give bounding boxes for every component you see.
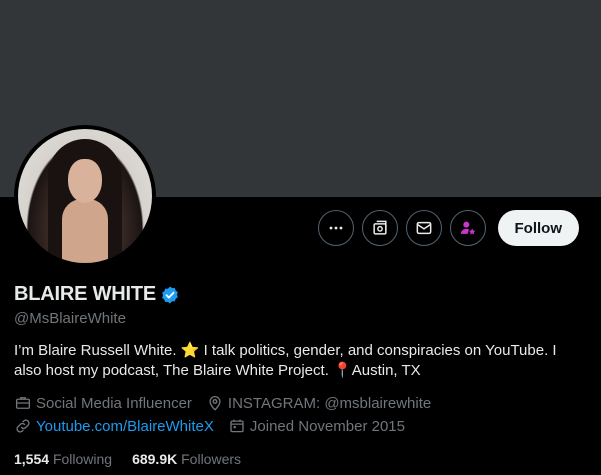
bio-text: Austin, TX	[351, 362, 421, 379]
more-icon	[329, 226, 342, 230]
link-icon	[16, 419, 30, 433]
avatar-image	[18, 129, 152, 263]
following-label: Following	[52, 451, 113, 467]
followers-count[interactable]: 689.9K Followers	[132, 451, 241, 467]
profile-handle: @MsBlaireWhite	[14, 310, 126, 327]
verified-badge-icon[interactable]	[160, 285, 180, 305]
followers-label: Followers	[181, 451, 242, 467]
profile-name-row: BLAIRE WHITE	[14, 283, 180, 306]
message-icon	[416, 221, 431, 235]
profile-website[interactable]: Youtube.com/BlaireWhiteX	[14, 417, 214, 435]
profile-meta-row: Youtube.com/BlaireWhiteX Joined November…	[14, 417, 405, 435]
followers-number: 689.9K	[132, 451, 178, 467]
grok-icon	[372, 220, 387, 235]
joined-text: Joined November 2015	[249, 417, 405, 435]
follow-button[interactable]: Follow	[497, 210, 579, 246]
subscribe-button[interactable]	[449, 210, 486, 246]
profile-meta-row: Social Media Influencer INSTAGRAM: @msbl…	[14, 394, 431, 412]
following-count[interactable]: 1,554 Following	[14, 451, 112, 467]
category-text: Social Media Influencer	[36, 394, 192, 412]
follow-counts: 1,554 Following 689.9K Followers	[14, 451, 241, 467]
briefcase-icon	[15, 397, 31, 409]
pin-emoji: 📍	[333, 362, 352, 379]
website-link[interactable]: Youtube.com/BlaireWhiteX	[36, 418, 214, 435]
star-emoji: ⭐	[180, 342, 200, 359]
message-button[interactable]	[405, 210, 442, 246]
profile-avatar[interactable]	[14, 125, 156, 267]
profile-actions: Follow	[317, 210, 579, 246]
profile-location: INSTAGRAM: @msblairewhite	[206, 394, 431, 412]
profile-joined: Joined November 2015	[228, 417, 405, 435]
display-name: BLAIRE WHITE	[14, 283, 157, 305]
more-button[interactable]	[317, 210, 354, 246]
profile-bio: I’m Blaire Russell White. ⭐ I talk polit…	[14, 341, 584, 381]
following-number: 1,554	[14, 451, 50, 467]
profile-category: Social Media Influencer	[14, 394, 192, 412]
bio-text: I’m Blaire Russell White.	[14, 342, 181, 359]
grok-button[interactable]	[361, 210, 398, 246]
location-pin-icon	[209, 396, 221, 411]
location-text: INSTAGRAM: @msblairewhite	[227, 394, 432, 412]
calendar-icon	[230, 419, 244, 433]
subscribe-icon	[460, 221, 475, 235]
